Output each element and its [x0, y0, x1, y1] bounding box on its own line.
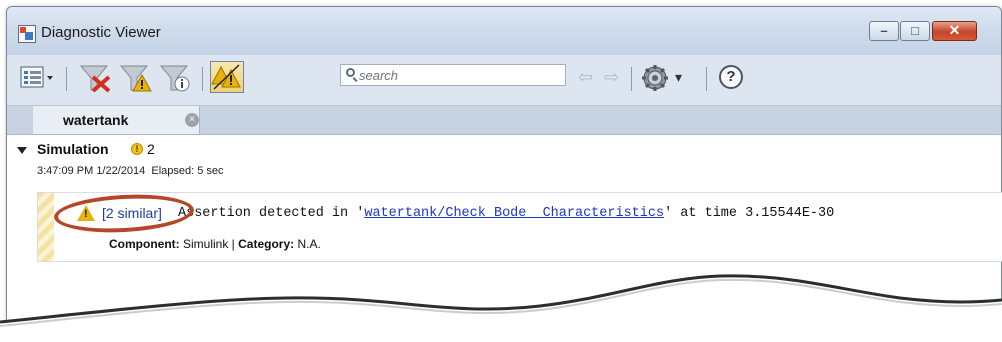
screenshot-stage: Diagnostic Viewer – □ ✕ search ⇦ ⇨ ▾ ? w… [0, 0, 1002, 342]
category-label: Category: [238, 237, 295, 251]
toolbar-separator [631, 67, 632, 91]
block-path-link[interactable]: watertank/Check Bode Characteristics [364, 206, 664, 221]
maximize-button[interactable]: □ [900, 21, 930, 41]
close-tab-icon[interactable]: × [185, 113, 199, 127]
help-label: ? [726, 68, 736, 85]
help-icon: ? [719, 65, 743, 89]
chevron-down-icon: ▾ [675, 69, 683, 85]
torn-paper-edge [0, 274, 1002, 342]
next-arrow-icon[interactable]: ⇨ [604, 67, 619, 88]
toolbar-separator [66, 67, 67, 91]
list-view-button[interactable] [19, 63, 55, 93]
previous-arrow-icon[interactable]: ⇦ [578, 67, 593, 88]
maximize-icon: □ [911, 23, 919, 38]
filter-info-icon [159, 65, 190, 92]
toolbar-separator [706, 67, 707, 91]
simulation-title[interactable]: Simulation [37, 141, 109, 157]
list-view-icon [20, 66, 53, 88]
toolbar-separator [202, 67, 203, 91]
component-value: Simulink | [179, 237, 239, 251]
search-input[interactable] [359, 67, 559, 83]
tab-watertank[interactable]: watertank × [33, 106, 200, 134]
clear-filter-icon [79, 65, 111, 93]
title-bar: Diagnostic Viewer – □ ✕ [7, 7, 1001, 55]
settings-icon [642, 65, 668, 91]
help-button[interactable]: ? [719, 63, 747, 93]
minimize-button[interactable]: – [869, 21, 899, 41]
message-suffix: ' at time 3.15544E-30 [664, 206, 835, 221]
component-label: Component: [109, 237, 180, 251]
search-icon [346, 68, 355, 77]
search-field[interactable] [340, 64, 566, 86]
simulation-meta: 3:47:09 PM 1/22/2014 Elapsed: 5 sec [37, 165, 224, 177]
clear-filter-button[interactable] [79, 63, 111, 93]
category-value: N.A. [294, 237, 321, 251]
filter-warnings-icon [119, 65, 152, 92]
simulation-elapsed: Elapsed: 5 sec [151, 165, 224, 177]
group-warnings-icon [211, 64, 241, 90]
filter-info-button[interactable] [159, 63, 190, 93]
close-icon: ✕ [948, 22, 961, 38]
simulation-timestamp: 3:47:09 PM 1/22/2014 [37, 165, 146, 177]
expand-collapse-icon[interactable] [17, 147, 27, 154]
close-button[interactable]: ✕ [932, 21, 977, 41]
warning-count-icon: ! [131, 143, 143, 155]
message-prefix: Assertion detected in ' [178, 206, 365, 221]
message-text: Assertion detected in 'watertank/Check B… [178, 206, 834, 221]
warning-count: 2 [147, 141, 155, 157]
app-icon [18, 25, 36, 43]
group-warnings-button[interactable] [210, 61, 244, 93]
tab-label: watertank [63, 112, 129, 128]
warning-stripe [38, 193, 54, 261]
component-category-line: Component: Simulink | Category: N.A. [109, 237, 321, 251]
tab-strip: watertank × [7, 106, 1001, 135]
settings-button[interactable]: ▾ [641, 63, 691, 93]
filter-warnings-button[interactable] [119, 63, 152, 93]
minimize-icon: – [880, 23, 888, 38]
window-title: Diagnostic Viewer [41, 24, 161, 41]
toolbar: ⇦ ⇨ ▾ ? [7, 55, 1001, 106]
